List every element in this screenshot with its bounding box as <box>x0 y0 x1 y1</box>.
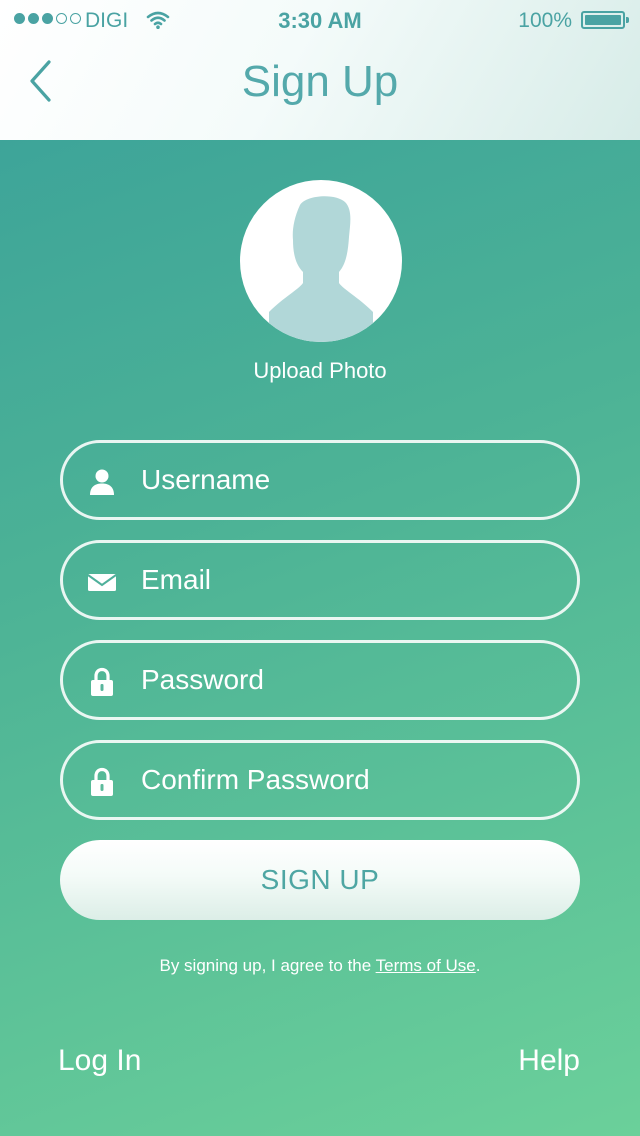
battery-fill <box>585 15 621 25</box>
upload-photo-label[interactable]: Upload Photo <box>0 358 640 384</box>
lock-icon <box>87 667 117 697</box>
battery-tip <box>626 17 629 23</box>
battery-percent: 100% <box>518 9 572 32</box>
battery-icon <box>581 11 629 29</box>
envelope-icon <box>87 567 117 597</box>
status-bar: DIGI 3:30 AM 100% <box>0 0 640 40</box>
password-field[interactable] <box>60 640 580 720</box>
confirm-password-input[interactable] <box>141 743 541 817</box>
confirm-password-field[interactable] <box>60 740 580 820</box>
username-input[interactable] <box>141 443 541 517</box>
help-link[interactable]: Help <box>518 1044 580 1078</box>
user-icon <box>87 467 117 497</box>
email-field[interactable] <box>60 540 580 620</box>
lock-icon <box>87 767 117 797</box>
nav-header: DIGI 3:30 AM 100% Sign Up <box>0 0 640 140</box>
person-silhouette-icon <box>269 196 373 342</box>
sign-up-button[interactable]: SIGN UP <box>60 840 580 920</box>
terms-of-use-link[interactable]: Terms of Use <box>376 956 476 975</box>
page-title: Sign Up <box>241 57 399 106</box>
email-input[interactable] <box>141 543 541 617</box>
terms-suffix: . <box>475 956 481 975</box>
log-in-link[interactable]: Log In <box>58 1044 141 1078</box>
username-field[interactable] <box>60 440 580 520</box>
password-input[interactable] <box>141 643 541 717</box>
terms-notice: By signing up, I agree to the Terms of U… <box>0 956 640 976</box>
avatar-upload[interactable] <box>240 180 402 342</box>
terms-prefix: By signing up, I agree to the <box>159 956 376 975</box>
